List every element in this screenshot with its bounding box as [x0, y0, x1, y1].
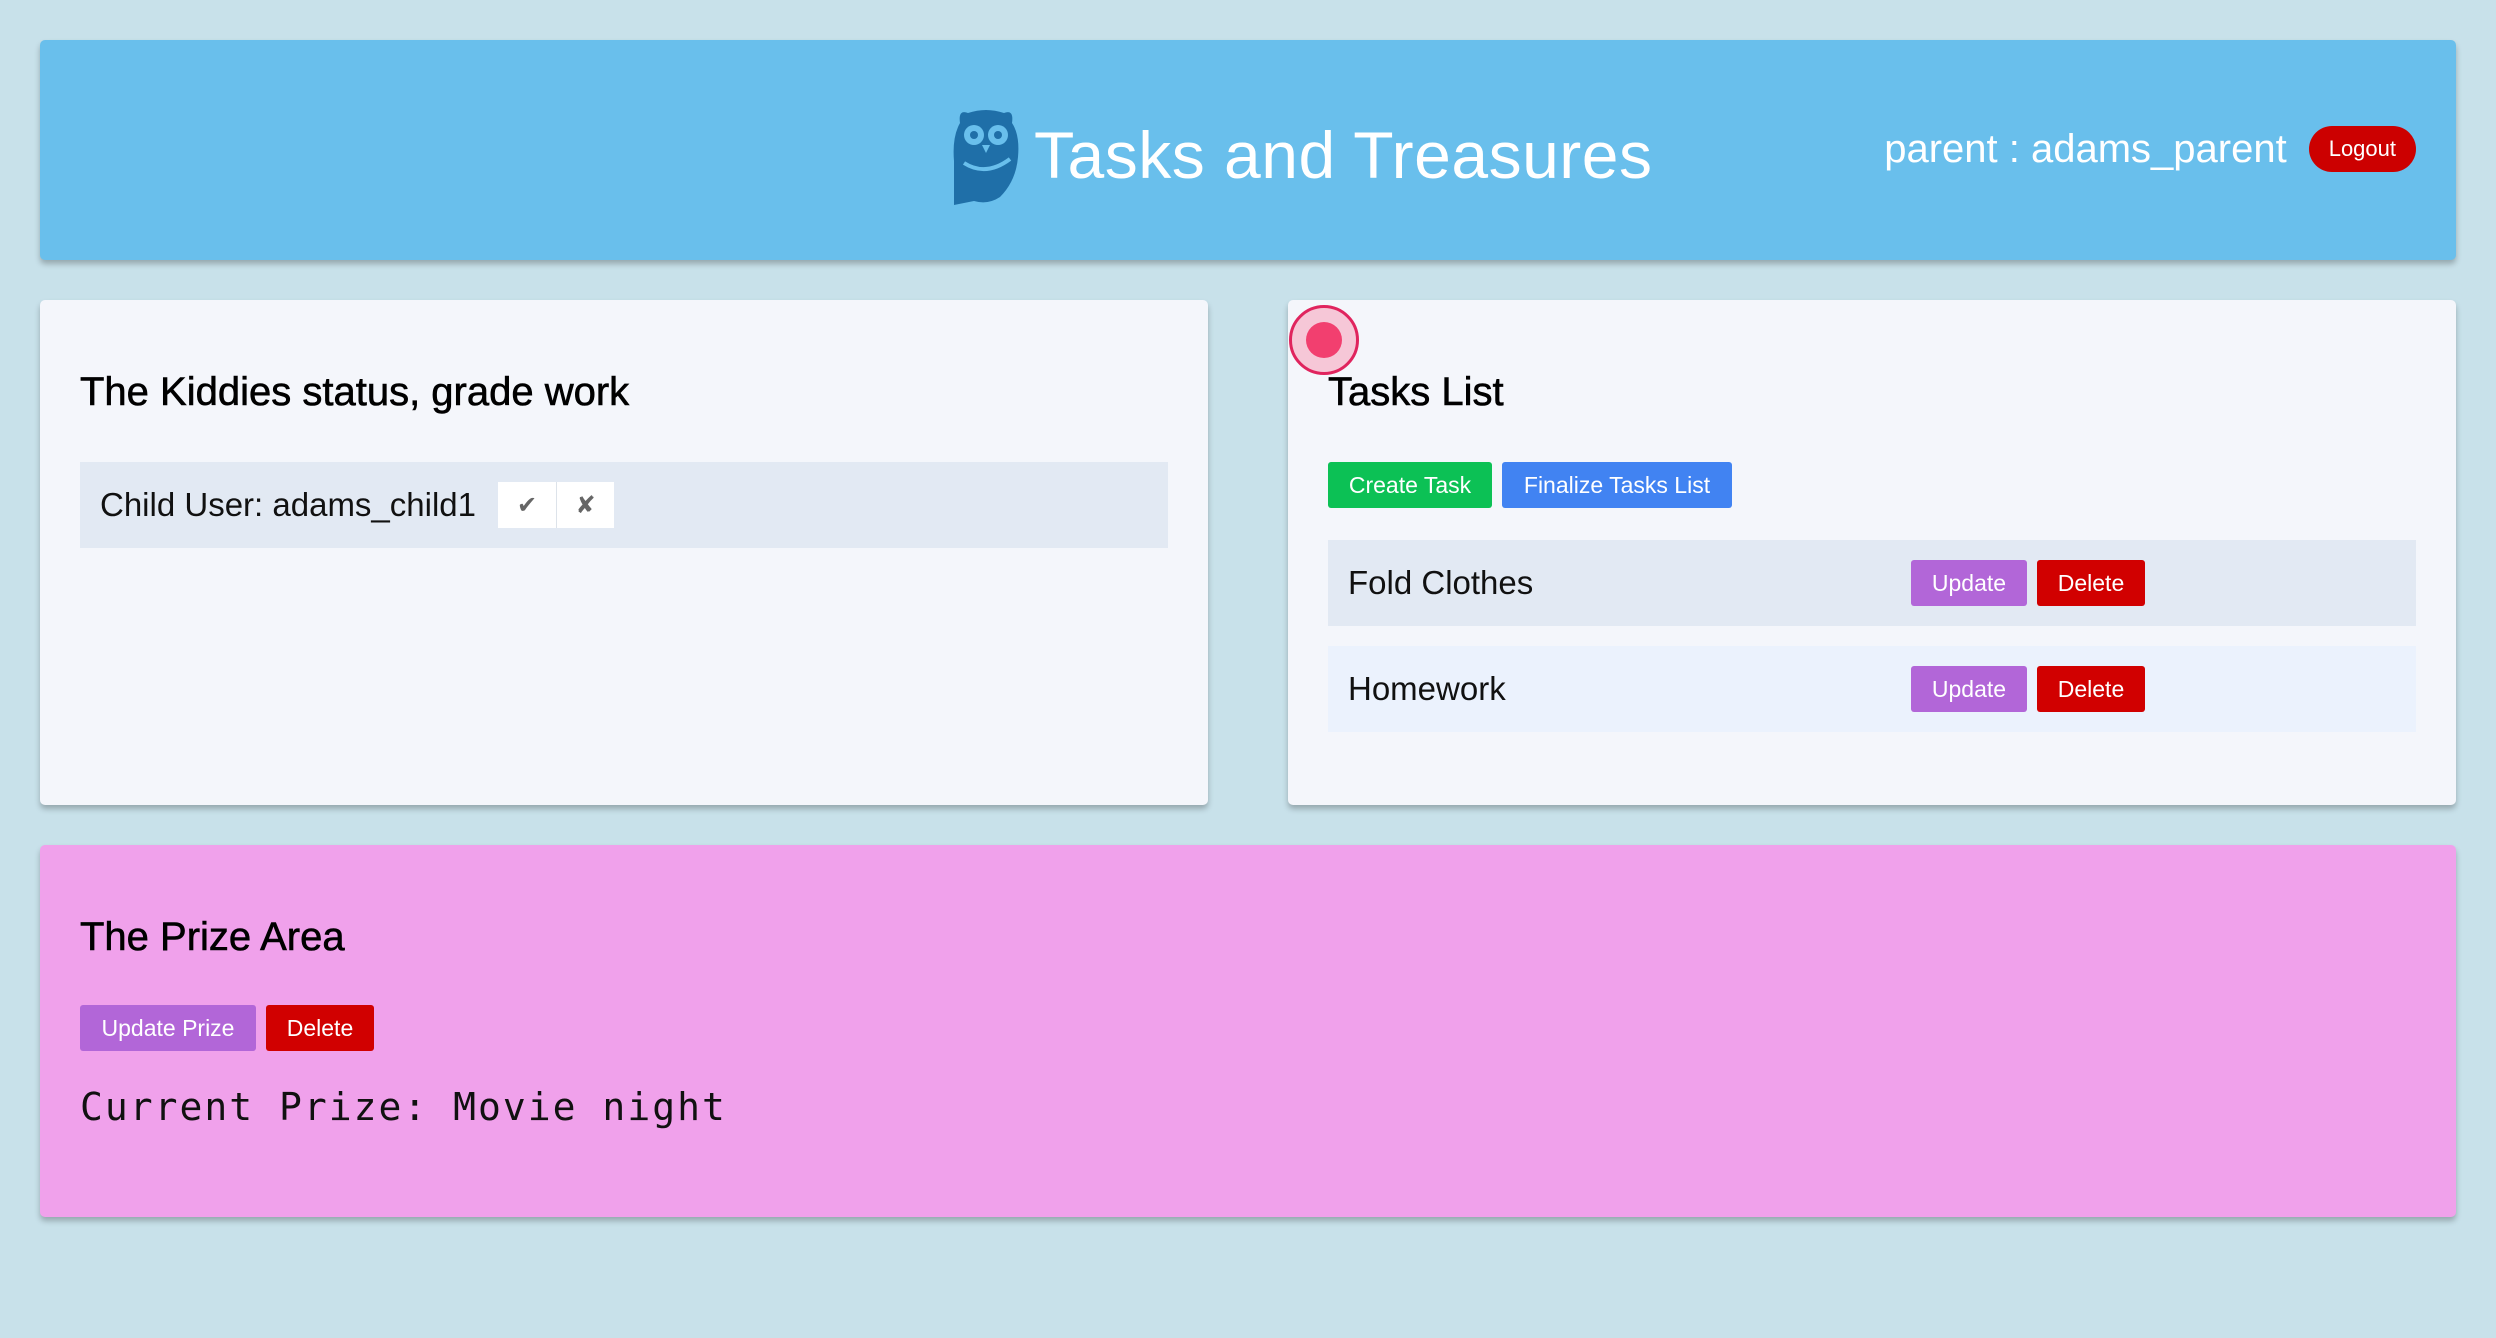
prize-panel: The Prize Area Update Prize Delete Curre…: [40, 845, 2456, 1217]
update-task-button[interactable]: Update: [1911, 666, 2027, 712]
child-status-row: Child User: adams_child1 ✔ ✘: [80, 462, 1168, 548]
user-area: parent : adams_parent Logout: [1884, 126, 2416, 172]
approve-button[interactable]: ✔: [498, 482, 557, 528]
user-label: parent : adams_parent: [1884, 126, 2287, 171]
current-prize: Current Prize: Movie night: [80, 1085, 727, 1129]
brand: Tasks and Treasures: [950, 100, 1652, 210]
update-prize-button[interactable]: Update Prize: [80, 1005, 256, 1051]
tasks-title: Tasks List: [1328, 370, 1504, 415]
task-name: Homework: [1348, 670, 1506, 707]
task-row: Homework Update Delete: [1328, 646, 2416, 732]
prize-title: The Prize Area: [80, 915, 345, 960]
click-indicator-dot: [1306, 322, 1342, 358]
task-name: Fold Clothes: [1348, 564, 1534, 601]
tasks-panel: Tasks List Create Task Finalize Tasks Li…: [1288, 300, 2456, 805]
kiddies-panel: The Kiddies status, grade work Child Use…: [40, 300, 1208, 805]
app-title: Tasks and Treasures: [1034, 118, 1653, 192]
child-user-label: Child User: adams_child1: [100, 486, 477, 523]
delete-prize-button[interactable]: Delete: [266, 1005, 374, 1051]
delete-task-button[interactable]: Delete: [2037, 666, 2145, 712]
click-indicator: [1289, 305, 1359, 375]
check-icon: ✔: [516, 491, 538, 519]
x-icon: ✘: [575, 491, 596, 519]
create-task-button[interactable]: Create Task: [1328, 462, 1492, 508]
update-task-button[interactable]: Update: [1911, 560, 2027, 606]
grade-button-group: ✔ ✘: [498, 482, 615, 528]
owl-icon: [953, 110, 1019, 205]
task-row: Fold Clothes Update Delete: [1328, 540, 2416, 626]
logout-button[interactable]: Logout: [2308, 126, 2416, 172]
app-header: Tasks and Treasures parent : adams_paren…: [40, 40, 2456, 260]
kiddies-title: The Kiddies status, grade work: [80, 370, 630, 415]
reject-button[interactable]: ✘: [556, 482, 615, 528]
delete-task-button[interactable]: Delete: [2037, 560, 2145, 606]
finalize-tasks-button[interactable]: Finalize Tasks List: [1502, 462, 1732, 508]
